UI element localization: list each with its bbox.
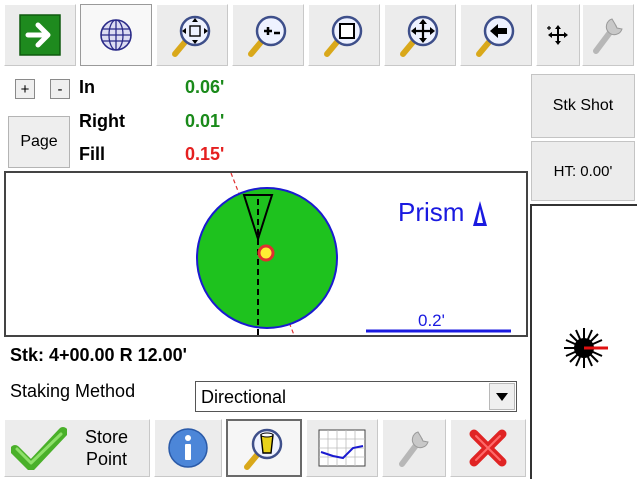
zoom-window-icon (324, 15, 363, 57)
scale-label: 0.2' (418, 311, 445, 330)
store-label: Store (85, 427, 129, 447)
staking-method-label: Staking Method (10, 381, 136, 401)
pan-icon (400, 15, 439, 57)
ht-button[interactable]: HT: 0.00' (531, 141, 635, 201)
prism-pole-icon (473, 201, 488, 226)
fill-value: 0.15' (185, 144, 225, 164)
station-label: Stk: 4+00.00 R 12.00' (10, 345, 187, 365)
in-value: 0.06' (185, 77, 225, 97)
pan-button[interactable] (384, 4, 456, 66)
fill-label: Fill (79, 144, 105, 164)
profile-view-button[interactable] (306, 419, 378, 477)
right-label: Right (79, 111, 125, 131)
zoom-previous-icon (476, 15, 515, 57)
dropdown-button[interactable] (489, 383, 515, 410)
tools-button[interactable] (382, 419, 446, 477)
store-point-button[interactable]: Store Point (4, 419, 150, 477)
zoom-plus-button[interactable]: + (15, 79, 35, 99)
ht-label: HT: 0.00' (553, 162, 613, 180)
staking-method-select[interactable]: Directional (195, 381, 517, 412)
plan-view[interactable]: Prism 0.2' (4, 171, 528, 337)
globe-icon (100, 19, 132, 51)
zoom-previous-button[interactable] (460, 4, 532, 66)
zoom-window-button[interactable] (308, 4, 380, 66)
crosshair-button[interactable] (536, 4, 580, 66)
staking-method-value: Directional (201, 387, 287, 407)
wrench-icon (593, 18, 623, 54)
right-value: 0.01' (185, 111, 225, 131)
next-button[interactable] (4, 4, 76, 66)
chevron-down-icon (496, 392, 508, 401)
zoom-in-out-button[interactable] (232, 4, 304, 66)
stake-point-marker (257, 244, 275, 262)
settings-button[interactable] (582, 4, 634, 66)
zoom-to-point-button[interactable] (226, 419, 302, 477)
zoom-minus-button[interactable]: - (50, 79, 70, 99)
next-arrow-icon (19, 14, 61, 56)
zoom-to-point-icon (244, 428, 283, 470)
stk-shot-label: Stk Shot (552, 97, 614, 114)
zoom-in-out-icon (248, 15, 287, 57)
crosshair-icon (547, 25, 568, 45)
page-button[interactable]: Page (8, 116, 70, 168)
checkmark-icon (11, 427, 67, 470)
info-icon (168, 428, 208, 468)
close-button[interactable] (450, 419, 526, 477)
prism-label: Prism (398, 197, 490, 228)
close-icon (469, 429, 507, 467)
page-button-label: Page (20, 133, 58, 150)
zoom-extents-icon (172, 15, 211, 57)
globe-button[interactable] (80, 4, 152, 66)
sun-compass-icon (564, 328, 608, 368)
in-label: In (79, 77, 95, 97)
zoom-extents-button[interactable] (156, 4, 228, 66)
stk-shot-button[interactable]: Stk Shot (531, 74, 635, 138)
cross-section-icon (318, 429, 366, 467)
compass-panel (530, 204, 637, 479)
point-label: Point (86, 449, 128, 469)
wrench-icon (399, 431, 429, 467)
info-button[interactable] (154, 419, 222, 477)
